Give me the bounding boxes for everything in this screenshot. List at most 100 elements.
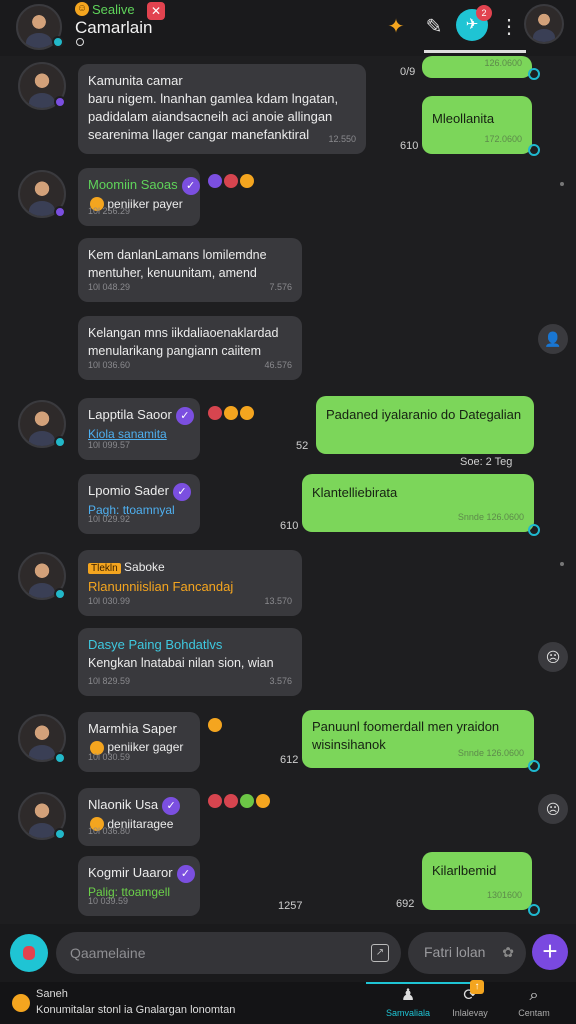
message-bubble[interactable]: Klantelliebirata Snnde 126.0600 [302, 474, 534, 532]
message-bubble[interactable]: Kem danlanLamans lomilemdne mentuher, ke… [78, 238, 302, 302]
message-time: 10l 036.80 [88, 826, 131, 836]
secondary-input[interactable]: Fatri lolan ✿ [408, 932, 526, 974]
sender-tag: Tlekln [88, 563, 121, 574]
message-time: 10l 030.59 [88, 752, 131, 762]
emoji-icon [208, 173, 222, 188]
read-receipt-icon [528, 144, 540, 156]
reactions[interactable] [206, 172, 254, 190]
active-tab-indicator [366, 982, 476, 984]
message-text: Kamunita camar baru nigem. lnanhan gamle… [88, 73, 339, 142]
message-bubble[interactable]: Kilarlbemid 1301600 [422, 852, 532, 910]
tab-badge: ↑ [470, 980, 484, 994]
sender-name: Saboke [124, 560, 165, 574]
message-counter: 52 [296, 440, 309, 452]
more-icon[interactable] [560, 182, 564, 186]
status-indicator [76, 38, 84, 46]
message-composer: ↗ Fatri lolan ✿ + [0, 924, 576, 982]
emoji-icon [224, 405, 238, 420]
emoji-icon [208, 405, 222, 420]
message-time: 10l 029.92 [88, 514, 131, 524]
verified-icon: ✓ [181, 176, 200, 195]
sender-card[interactable]: Lpomio Sader ✓ Pagh: ttoamnyal 10l 029.92 [78, 474, 200, 534]
person-icon: ♟ [400, 987, 416, 1004]
message-time: 10l 030.99 [88, 596, 131, 606]
bottom-navbar: Saneh Konumitalar stonl ia Gnalargan lon… [0, 982, 576, 1024]
message-bubble[interactable]: Padaned iyalaranio do Dategalian [316, 396, 534, 454]
record-button[interactable] [10, 934, 48, 972]
tab-centam[interactable]: ⌕ Centam [504, 986, 564, 1018]
header-subtitle: Sealive [92, 2, 135, 17]
message-input[interactable] [56, 932, 401, 974]
sender-card[interactable]: Marmhia Saper peniiker gager 10l 030.59 [78, 712, 200, 772]
sender-name: Marmhia Saper [88, 721, 177, 736]
message-size: 3.576 [269, 676, 292, 686]
secondary-input-text: Fatri lolan [424, 944, 486, 960]
sender-name: Nlaonik Usa [88, 797, 159, 812]
message-text: Kem danlanLamans lomilemdne mentuher, ke… [88, 248, 267, 280]
online-status-dot [54, 828, 66, 840]
read-receipt-icon [528, 904, 540, 916]
emoji-icon [240, 793, 254, 808]
message-counter: 612 [280, 754, 299, 766]
message-counter: 610 [280, 520, 299, 532]
emoji-icon [240, 173, 254, 188]
message-time: Snnde 126.0600 [457, 748, 524, 758]
message-time: Snnde 126.0600 [457, 512, 524, 522]
online-status-dot [54, 752, 66, 764]
sender-name: Lpomio Sader [88, 483, 169, 498]
sender-card[interactable]: Moomiin Saoas ✓ peniiker payer 10l 256.29 [78, 168, 200, 226]
message-bubble[interactable]: Mleollanita 172.0600 [422, 96, 532, 154]
message-text: Mleollanita [432, 111, 495, 126]
notification-badge: 2 [476, 5, 492, 21]
more-icon[interactable] [560, 562, 564, 566]
emoji-picker-icon[interactable]: ✿ [502, 944, 514, 961]
emoji-icon [224, 793, 238, 808]
satellite-icon[interactable]: ✦ [381, 12, 411, 42]
sender-card[interactable]: Kogmir Uaaror ✓ Palig: ttoamgell 10 039.5… [78, 856, 200, 916]
message-counter: 0/9 [400, 66, 416, 78]
tab-samvaliala[interactable]: ♟ Samvaliala [378, 986, 438, 1018]
message-text: Klantelliebirata [312, 485, 398, 500]
message-time: 10 039.59 [88, 896, 129, 906]
header-tab-indicator [424, 50, 526, 53]
profile-avatar[interactable] [524, 4, 564, 44]
reactions[interactable] [206, 792, 270, 810]
emoji-icon[interactable] [208, 718, 222, 732]
message-size: 7.576 [269, 282, 292, 292]
message-text: Kilarlbemid [432, 863, 497, 878]
tab-label: Centam [518, 1008, 550, 1018]
emoji-icon [240, 405, 254, 420]
edit-icon[interactable]: ✎ [419, 12, 449, 42]
message-bubble[interactable]: Kelangan mns iikdaliaoenaklardad menular… [78, 316, 302, 380]
verified-icon: ✓ [172, 482, 191, 501]
message-time: 10l 036.60 [88, 360, 131, 370]
message-bubble[interactable]: 126.0600 [422, 56, 532, 78]
profile-button[interactable]: 👤 [538, 324, 568, 354]
react-button[interactable]: ☹ [538, 642, 568, 672]
online-status-dot [54, 588, 66, 600]
sender-card[interactable]: Lapptila Saoor ✓ Kiola sanamita 10l 099.5… [78, 398, 200, 460]
message-bubble[interactable]: Kamunita camar baru nigem. lnanhan gamle… [78, 64, 366, 154]
message-counter: 692 [396, 898, 415, 910]
smile-icon: ☺ [75, 2, 89, 16]
message-text: Kengkan lnatabai nilan sion, wian [88, 656, 274, 670]
message-bubble[interactable]: Dasye Paing Bohdatlvs Kengkan lnatabai n… [78, 628, 302, 696]
attach-icon[interactable]: ↗ [371, 944, 389, 962]
sender-card[interactable]: Nlaonik Usa ✓ deniitaragee 10l 036.80 [78, 788, 200, 846]
message-bubble[interactable]: Panuunl foomerdall men yraidon wisinsiha… [302, 710, 534, 768]
verified-icon: ✓ [162, 796, 181, 815]
add-button[interactable]: + [532, 934, 568, 970]
emoji-icon [208, 793, 222, 808]
reactions[interactable] [206, 404, 254, 422]
sender-name: Lapptila Saoor [88, 407, 172, 422]
tab-label: Samvaliala [385, 1008, 431, 1018]
react-button[interactable]: ☹ [538, 794, 568, 824]
sender-card[interactable]: Tlekln Saboke Rlanunniislian Fancandaj 1… [78, 550, 302, 616]
verified-icon: ✓ [176, 864, 195, 883]
more-options-icon[interactable]: ⋮ [494, 12, 524, 42]
chat-app: ☺ Sealive ✕ Camarlain ✦ ✎ ✈ 2 ⋮ Kamunita… [0, 0, 576, 1024]
online-status-dot [54, 96, 66, 108]
message-footer: Soe: 2 Teg [460, 456, 513, 468]
search-icon: ⌕ [529, 987, 539, 1004]
sender-name: Kogmir Uaaror [88, 865, 173, 880]
